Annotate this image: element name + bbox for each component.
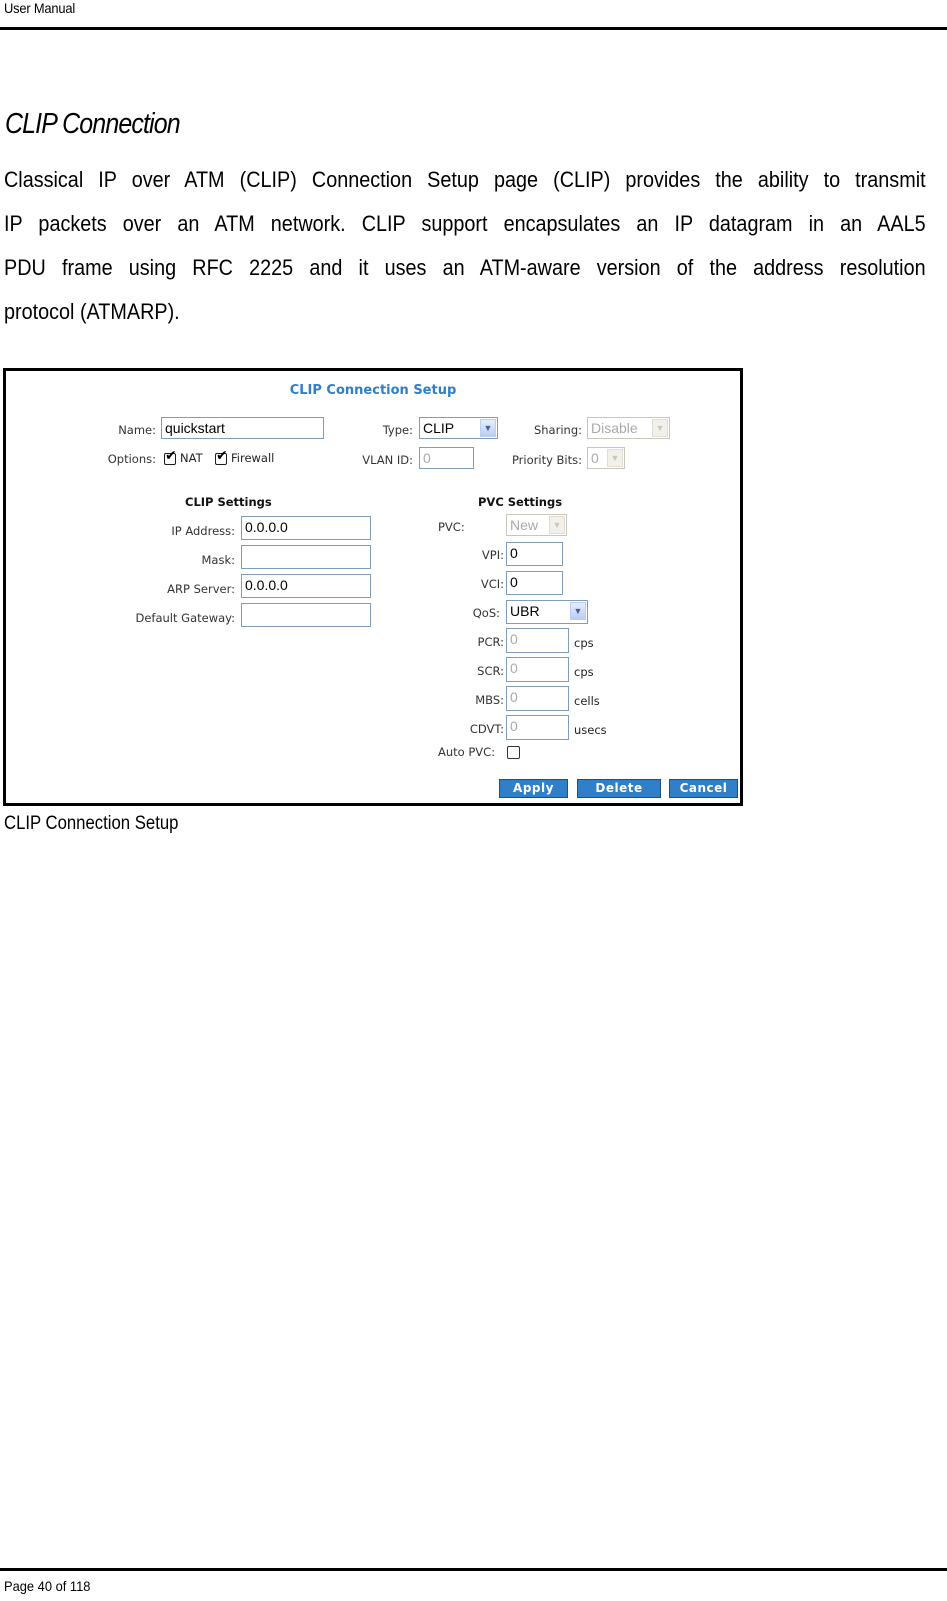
- name-input[interactable]: quickstart: [161, 417, 324, 439]
- priority-bits-value: 0: [591, 450, 599, 466]
- scr-input[interactable]: 0: [506, 657, 569, 682]
- sharing-value: Disable: [591, 420, 638, 436]
- delete-button[interactable]: Delete: [577, 779, 661, 798]
- chevron-down-icon: ▼: [607, 449, 623, 467]
- qos-label: QoS:: [472, 606, 500, 620]
- auto-pvc-checkbox[interactable]: [507, 746, 520, 759]
- chevron-down-icon: ▼: [480, 419, 496, 437]
- apply-button[interactable]: Apply: [499, 779, 568, 798]
- vpi-input[interactable]: 0: [506, 542, 563, 566]
- pvc-settings-heading: PVC Settings: [478, 495, 563, 509]
- clip-setup-screenshot: CLIP Connection Setup Name: quickstart T…: [3, 368, 743, 806]
- setup-title: CLIP Connection Setup: [289, 383, 457, 398]
- footer-rule: [0, 1568, 947, 1571]
- priority-bits-select[interactable]: 0 ▼: [587, 447, 625, 469]
- cancel-button[interactable]: Cancel: [669, 779, 738, 798]
- page-number: Page 40 of 118: [4, 1578, 91, 1594]
- arp-server-label: ARP Server:: [167, 582, 235, 596]
- type-select[interactable]: CLIP ▼: [419, 417, 498, 439]
- vpi-label: VPI:: [481, 548, 504, 562]
- nat-checkbox[interactable]: ✔: [164, 449, 177, 465]
- type-value: CLIP: [423, 420, 455, 436]
- check-icon: ✔: [216, 448, 228, 464]
- mbs-input[interactable]: 0: [506, 686, 569, 711]
- pcr-unit: cps: [574, 636, 594, 650]
- clip-settings-heading: CLIP Settings: [185, 495, 272, 509]
- body-line: Classical IP over ATM (CLIP) Connection …: [4, 167, 926, 192]
- pvc-value: New: [510, 517, 539, 533]
- chevron-down-icon: ▼: [549, 516, 565, 534]
- default-gateway-input[interactable]: [241, 603, 371, 627]
- running-header: User Manual: [4, 0, 75, 16]
- header-rule: [0, 27, 947, 30]
- scr-label: SCR:: [477, 664, 504, 678]
- cdvt-label: CDVT:: [469, 722, 504, 736]
- mbs-label: MBS:: [475, 693, 504, 707]
- qos-value: UBR: [510, 603, 540, 619]
- body-line: protocol (ATMARP).: [4, 299, 180, 324]
- chevron-down-icon: ▼: [652, 419, 668, 437]
- pvc-select[interactable]: New ▼: [506, 514, 567, 536]
- default-gateway-label: Default Gateway:: [135, 611, 235, 625]
- sharing-select[interactable]: Disable ▼: [587, 417, 670, 439]
- body-line: IP packets over an ATM network. CLIP sup…: [4, 211, 926, 236]
- auto-pvc-label: Auto PVC:: [438, 745, 496, 759]
- body-paragraph: Classical IP over ATM (CLIP) Connection …: [4, 158, 926, 334]
- priority-bits-label: Priority Bits:: [511, 453, 582, 467]
- qos-select[interactable]: UBR ▼: [506, 600, 588, 624]
- firewall-checkbox[interactable]: ✔: [215, 449, 228, 465]
- vci-label: VCI:: [480, 577, 504, 591]
- mask-label: Mask:: [201, 553, 236, 567]
- check-icon: ✔: [165, 448, 177, 464]
- figure-caption: CLIP Connection Setup: [4, 813, 179, 834]
- mask-input[interactable]: [241, 545, 371, 569]
- pcr-label: PCR:: [477, 635, 504, 649]
- body-line: PDU frame using RFC 2225 and it uses an …: [4, 255, 926, 280]
- vlan-id-label: VLAN ID:: [362, 453, 413, 467]
- cdvt-input[interactable]: 0: [506, 715, 569, 740]
- section-title: CLIP Connection: [5, 108, 181, 140]
- firewall-label: Firewall: [231, 451, 275, 465]
- arp-server-input[interactable]: 0.0.0.0: [241, 574, 371, 598]
- chevron-down-icon: ▼: [570, 602, 586, 620]
- ip-address-label: IP Address:: [171, 524, 235, 538]
- pvc-label: PVC:: [438, 520, 465, 534]
- options-label: Options:: [107, 452, 156, 466]
- vci-input[interactable]: 0: [506, 571, 563, 595]
- mbs-unit: cells: [574, 694, 600, 708]
- type-label: Type:: [382, 423, 413, 437]
- pcr-input[interactable]: 0: [506, 628, 569, 653]
- scr-unit: cps: [574, 665, 594, 679]
- name-label: Name:: [118, 423, 156, 437]
- vlan-id-input[interactable]: 0: [419, 447, 474, 469]
- cdvt-unit: usecs: [574, 723, 607, 737]
- ip-address-input[interactable]: 0.0.0.0: [241, 516, 371, 540]
- nat-label: NAT: [180, 451, 203, 465]
- sharing-label: Sharing:: [533, 423, 582, 437]
